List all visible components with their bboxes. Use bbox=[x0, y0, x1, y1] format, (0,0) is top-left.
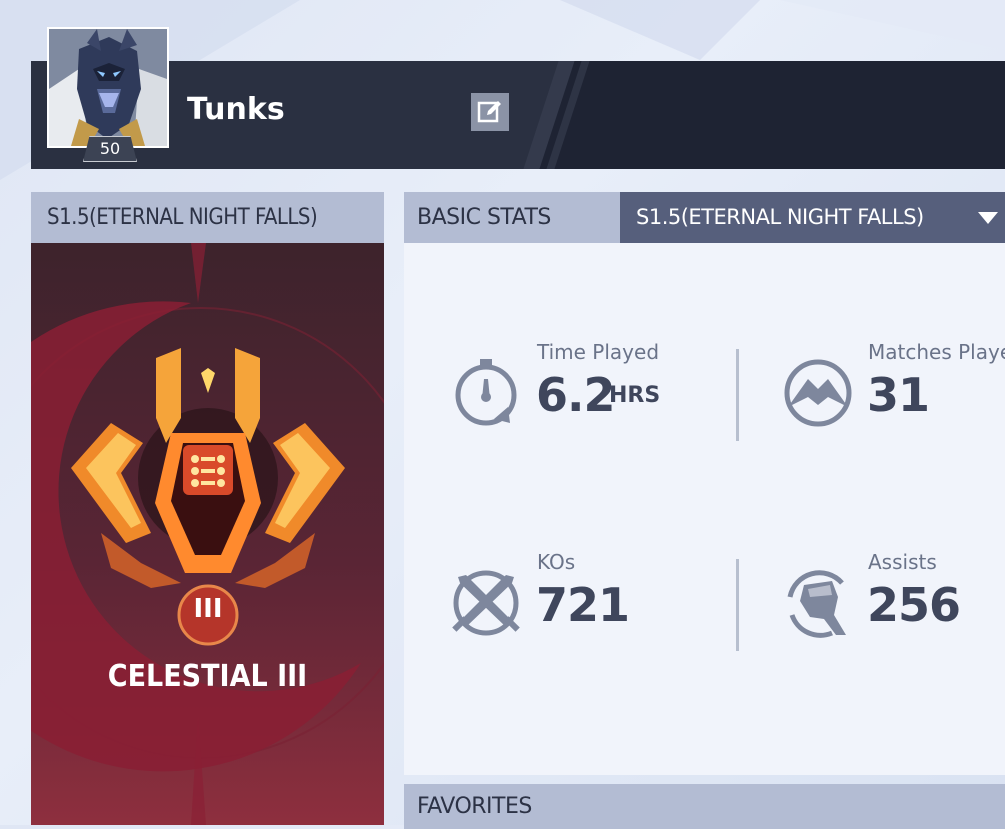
chevron-down-icon[interactable] bbox=[978, 212, 998, 224]
stat-label-assists: Assists bbox=[868, 550, 937, 574]
fist-icon bbox=[787, 570, 846, 638]
crossed-swords-icon bbox=[452, 570, 520, 636]
stat-value-kos: 721 bbox=[536, 578, 630, 632]
favorites-header: FAVORITES bbox=[404, 784, 1005, 829]
rank-name: CELESTIAL III bbox=[107, 659, 308, 694]
stat-value-assists: 256 bbox=[867, 578, 961, 632]
stat-label-kos: KOs bbox=[537, 550, 576, 574]
armored-panther-portrait bbox=[49, 29, 167, 146]
stat-divider bbox=[736, 349, 739, 441]
rank-tier-badge: III bbox=[193, 594, 223, 624]
season-card-title: S1.5(ETERNAL NIGHT FALLS) bbox=[31, 192, 384, 243]
rank-emblem-art bbox=[31, 243, 384, 825]
stopwatch-icon bbox=[455, 359, 517, 426]
stat-divider bbox=[736, 559, 739, 651]
stat-label-matches-played: Matches Playe bbox=[868, 340, 1005, 364]
stat-unit-time-played: HRS bbox=[609, 383, 661, 408]
stat-value-time-played: 6.2 bbox=[536, 368, 615, 422]
matches-icon bbox=[784, 359, 852, 427]
edit-name-button[interactable] bbox=[471, 93, 509, 131]
avatar[interactable] bbox=[47, 27, 169, 148]
stat-label-time-played: Time Played bbox=[537, 340, 660, 364]
stat-value-matches-played: 31 bbox=[867, 368, 930, 422]
level-badge: 50 bbox=[83, 136, 137, 162]
season-dropdown[interactable]: S1.5(ETERNAL NIGHT FALLS) bbox=[620, 192, 1005, 243]
username: Tunks bbox=[187, 92, 285, 127]
stats-title: BASIC STATS bbox=[417, 205, 551, 230]
edit-icon bbox=[477, 101, 501, 123]
rank-card bbox=[31, 243, 384, 825]
stats-panel bbox=[404, 243, 1005, 775]
profile-header bbox=[31, 61, 1005, 169]
